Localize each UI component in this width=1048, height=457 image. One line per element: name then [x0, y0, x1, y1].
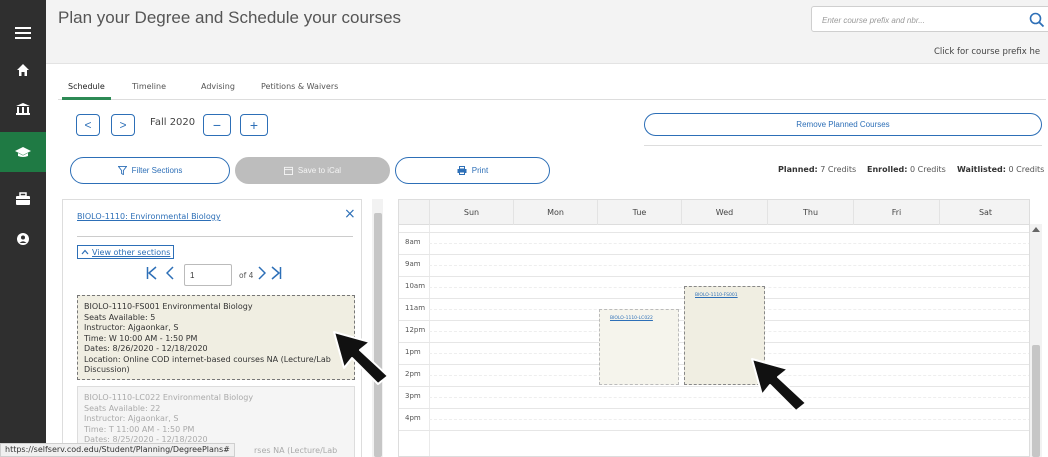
- course-search-input[interactable]: [822, 11, 1012, 29]
- remove-planned-courses-button[interactable]: Remove Planned Courses: [644, 113, 1042, 136]
- last-page-icon[interactable]: [270, 266, 282, 280]
- day-header-thu: Thu: [767, 200, 853, 225]
- previous-page-icon[interactable]: [166, 266, 174, 280]
- section-dates: Dates: 8/26/2020 - 12/18/2020: [84, 344, 208, 353]
- section-seats: Seats Available: 22: [84, 403, 161, 413]
- bank-icon[interactable]: [0, 90, 46, 128]
- section-instructor: Instructor: Ajgaonkar, S: [84, 323, 179, 332]
- menu-icon[interactable]: [0, 14, 46, 52]
- hour-row: [399, 430, 1029, 452]
- half-hour-line: [429, 419, 1029, 420]
- tab-advising[interactable]: Advising: [201, 82, 235, 91]
- filter-sections-button[interactable]: Filter Sections: [70, 157, 230, 184]
- course-search-box: [811, 6, 1048, 32]
- day-header-mon: Mon: [513, 200, 597, 225]
- day-header-wed: Wed: [681, 200, 767, 225]
- calendar-header: Sun Mon Tue Wed Thu Fri Sat: [399, 200, 1029, 225]
- planned-credits: Planned: 7 Credits: [778, 165, 857, 174]
- tab-timeline[interactable]: Timeline: [132, 82, 166, 91]
- save-to-ical-button[interactable]: Save to iCal: [235, 157, 390, 184]
- calendar-event-tue[interactable]: BIOLO-1110-LC022: [599, 309, 679, 385]
- enrolled-credits: Enrolled: 0 Credits: [867, 165, 946, 174]
- day-header-sun: Sun: [429, 200, 513, 225]
- chevron-up-icon: [81, 249, 89, 255]
- section-details-panel: BIOLO-1110: Environmental Biology × View…: [62, 199, 362, 457]
- calendar-scrollbar-thumb[interactable]: [1032, 345, 1040, 457]
- section-instructor: Instructor: Ajgaonkar, S: [84, 414, 179, 423]
- half-hour-line: [429, 265, 1029, 266]
- day-header-tue: Tue: [597, 200, 681, 225]
- plan-tabs: Schedule Timeline Advising Petitions & W…: [58, 74, 1046, 100]
- page-title: Plan your Degree and Schedule your cours…: [58, 8, 402, 27]
- page-header: Plan your Degree and Schedule your cours…: [46, 0, 1048, 64]
- section-location: Location: Online COD internet-based cour…: [84, 354, 331, 364]
- section-seats: Seats Available: 5: [84, 312, 156, 322]
- print-button[interactable]: Print: [395, 157, 550, 184]
- next-term-button[interactable]: >: [111, 114, 135, 136]
- half-hour-line: [429, 397, 1029, 398]
- cursor-arrow-icon: [333, 331, 389, 385]
- waitlisted-credits: Waitlisted: 0 Credits: [957, 165, 1045, 174]
- calendar-icon: [283, 166, 293, 175]
- day-header-sat: Sat: [939, 200, 1029, 225]
- cursor-arrow-icon: [751, 358, 807, 412]
- user-circle-icon[interactable]: [0, 220, 46, 258]
- next-page-icon[interactable]: [258, 266, 266, 280]
- close-icon[interactable]: ×: [344, 207, 356, 221]
- hour-label: 3pm: [405, 392, 421, 400]
- scroll-up-icon[interactable]: [1032, 227, 1040, 232]
- view-other-sections-button[interactable]: View other sections: [77, 245, 175, 259]
- filter-icon: [117, 166, 127, 175]
- page-count-label: of 4: [239, 271, 254, 280]
- search-icon[interactable]: [1028, 11, 1046, 29]
- hour-label: 2pm: [405, 370, 421, 378]
- hour-label: 11am: [405, 304, 426, 312]
- hour-label: 1pm: [405, 348, 421, 356]
- filter-sections-label: Filter Sections: [131, 166, 183, 175]
- event-label: BIOLO-1110-LC022: [610, 316, 653, 321]
- remove-term-button[interactable]: −: [203, 114, 231, 136]
- home-icon[interactable]: [0, 51, 46, 89]
- print-label: Print: [471, 166, 489, 175]
- add-term-button[interactable]: +: [240, 114, 268, 136]
- course-prefix-help-link[interactable]: Click for course prefix he: [934, 47, 1048, 57]
- hour-label: 9am: [405, 260, 421, 268]
- browser-status-url: https://selfserv.cod.edu/Student/Plannin…: [0, 443, 235, 457]
- tab-petitions-waivers[interactable]: Petitions & Waivers: [261, 82, 338, 91]
- first-page-icon[interactable]: [146, 266, 158, 280]
- printer-icon: [457, 166, 467, 175]
- hour-label: 10am: [405, 282, 426, 290]
- section-title: BIOLO-1110-LC022 Environmental Biology: [84, 393, 254, 402]
- briefcase-icon[interactable]: [0, 180, 46, 218]
- divider: [77, 236, 353, 237]
- section-time: Time: T 11:00 AM - 1:50 PM: [84, 424, 195, 434]
- graduation-cap-icon[interactable]: [0, 132, 46, 172]
- hour-label: 4pm: [405, 414, 421, 422]
- tab-schedule[interactable]: Schedule: [62, 82, 111, 100]
- side-nav-rail: [0, 0, 46, 457]
- term-label: Fall 2020: [150, 117, 196, 128]
- section-title: BIOLO-1110-FS001 Environmental Biology: [84, 302, 253, 311]
- page-number-input[interactable]: [184, 264, 232, 286]
- hour-label: 12pm: [405, 326, 426, 334]
- section-time: Time: W 10:00 AM - 1:50 PM: [84, 333, 198, 343]
- half-hour-line: [429, 243, 1029, 244]
- section-card-selected[interactable]: BIOLO-1110-FS001 Environmental Biology S…: [77, 295, 355, 380]
- view-other-sections-label: View other sections: [92, 247, 171, 257]
- weekly-calendar: Sun Mon Tue Wed Thu Fri Sat 8am 9am 10am…: [398, 199, 1030, 457]
- divider: [644, 145, 1042, 146]
- hour-label: 8am: [405, 238, 421, 246]
- previous-term-button[interactable]: <: [76, 114, 100, 136]
- day-header-fri: Fri: [853, 200, 939, 225]
- event-label: BIOLO-1110-FS001: [695, 293, 738, 298]
- section-location-cont: Discussion): [84, 365, 130, 374]
- course-title-link[interactable]: BIOLO-1110: Environmental Biology: [77, 212, 221, 221]
- save-to-ical-label: Save to iCal: [297, 166, 342, 175]
